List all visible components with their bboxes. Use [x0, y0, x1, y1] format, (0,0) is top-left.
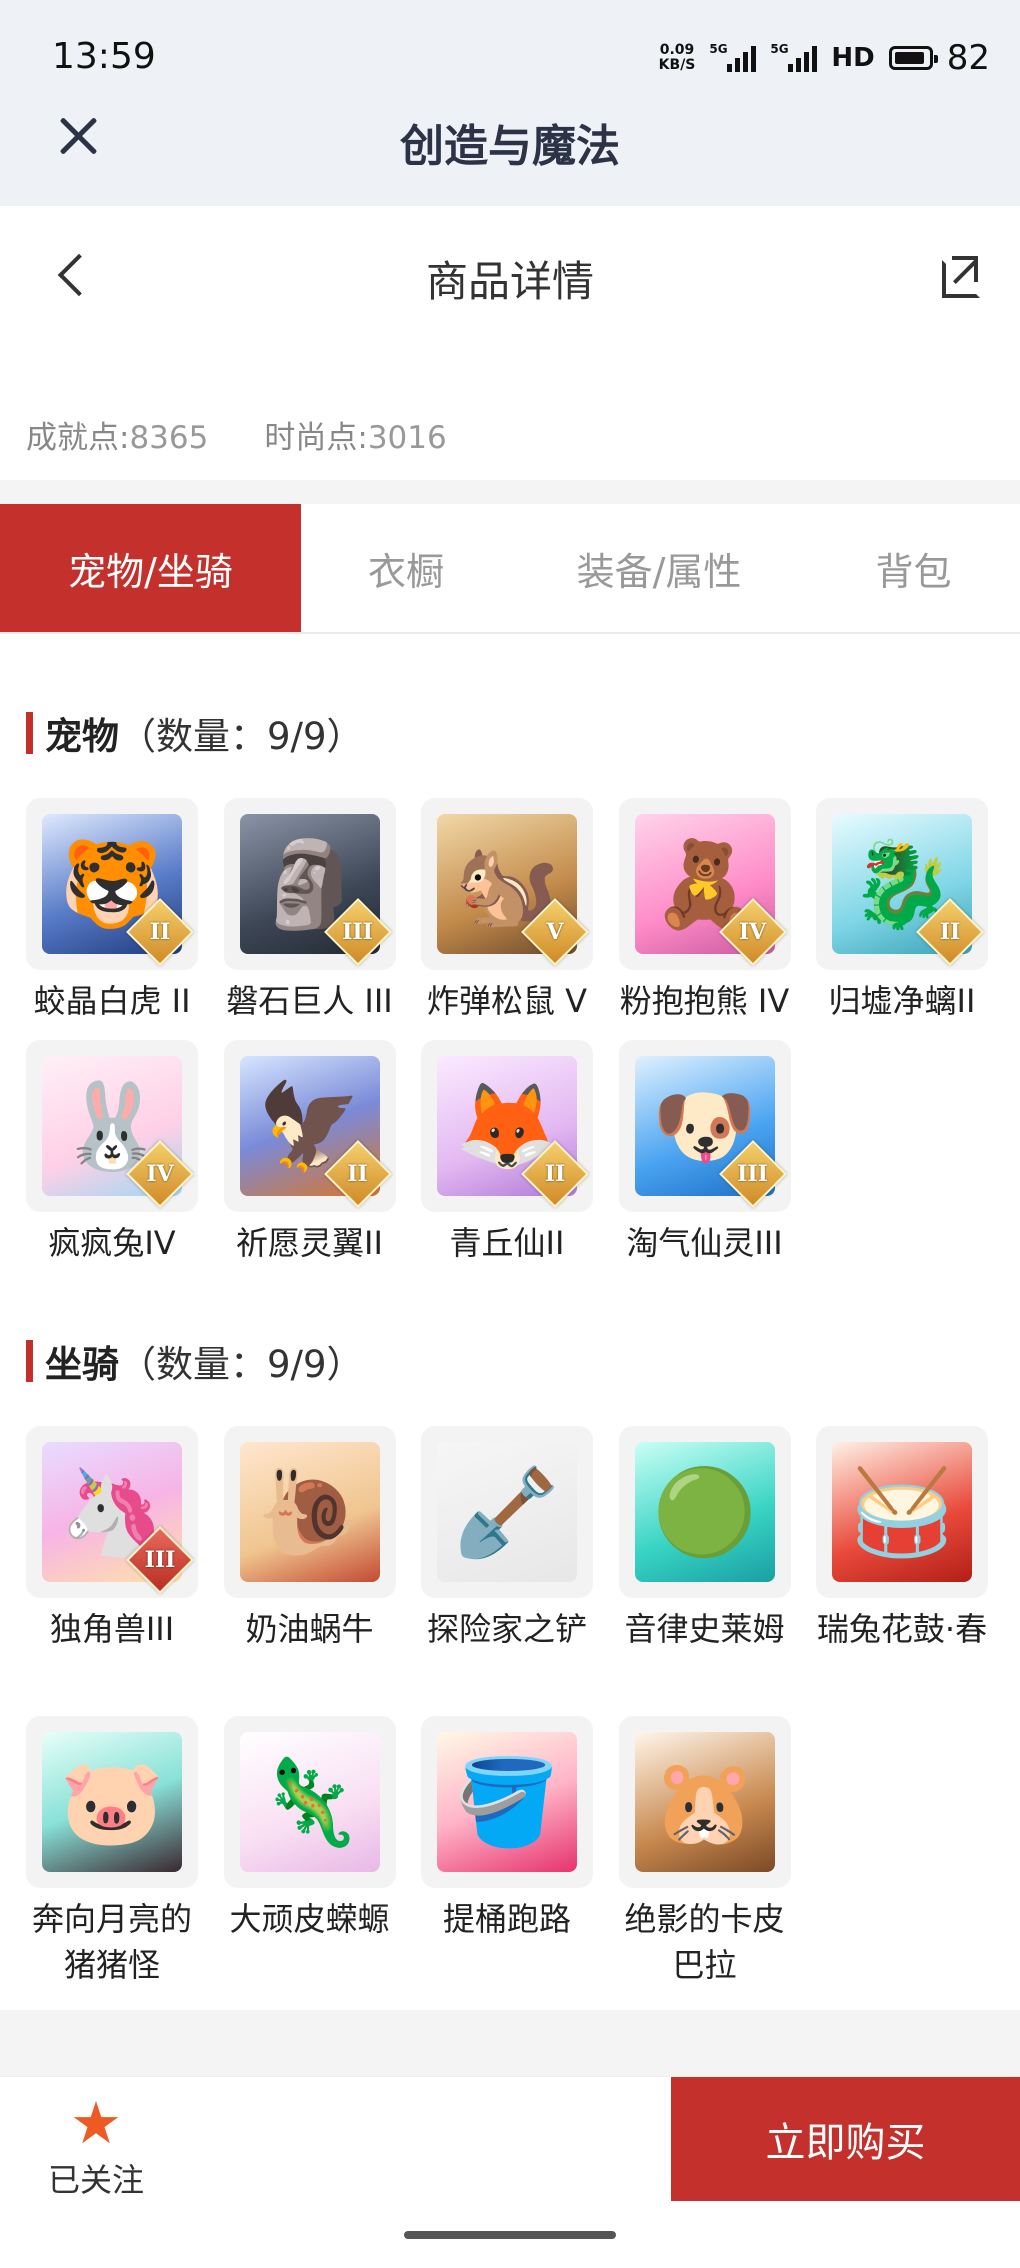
unicorn-icon: 🦄 III: [26, 1426, 198, 1598]
tab-wardrobe[interactable]: 衣橱: [301, 504, 511, 632]
pet-item[interactable]: 🐰 IV 疯疯兔IV: [22, 1040, 202, 1266]
item-name: 蛟晶白虎 II: [33, 982, 191, 1020]
mount-item[interactable]: 🪏 探险家之铲: [417, 1426, 597, 1652]
item-name: 祈愿灵翼II: [236, 1224, 383, 1262]
item-name: 瑞兔花鼓·春: [816, 1610, 988, 1648]
slime-icon: 🟢: [618, 1426, 791, 1598]
pet-item[interactable]: 🐿️ V 炸弹松鼠 V: [417, 798, 597, 1024]
pet-item[interactable]: 🐶 III 淘气仙灵III: [615, 1040, 795, 1266]
rank-badge-label: III: [144, 1547, 176, 1573]
buy-now-button[interactable]: 立即购买: [671, 2077, 1020, 2201]
eagle-icon: 🦅 II: [223, 1040, 396, 1212]
rabbit-icon: 🐰 IV: [26, 1040, 198, 1212]
footer-spacer: [0, 2010, 1020, 2076]
page-title: 商品详情: [425, 257, 594, 306]
achievement-points: 成就点:8365: [26, 420, 209, 456]
pet-item[interactable]: 🗿 III 磐石巨人 III: [220, 798, 400, 1024]
mount-item[interactable]: 🐷 奔向月亮的猪猪怪: [22, 1716, 202, 1988]
rank-badge-label: IV: [738, 919, 767, 945]
mount-item[interactable]: 🦄 III 独角兽III: [22, 1426, 202, 1652]
capybara-icon: 🐹: [618, 1716, 791, 1888]
mounts-section-heading: 坐骑 （数量：9/9）: [26, 1334, 364, 1388]
rank-badge-label: II: [939, 919, 961, 945]
item-name: 提桶跑路: [442, 1900, 571, 1938]
mount-item[interactable]: 🦎 大顽皮蝾螈: [220, 1716, 400, 1942]
app-title: 创造与魔法: [400, 121, 620, 172]
axolotl-icon: 🦎: [223, 1716, 396, 1888]
rank-badge-label: II: [149, 919, 171, 945]
item-name: 大顽皮蝾螈: [229, 1900, 390, 1938]
fashion-points: 时尚点:3016: [264, 420, 447, 456]
battery-icon: [888, 46, 938, 70]
points-row: 成就点:8365 时尚点:3016: [26, 412, 447, 457]
pet-item[interactable]: 🧸 IV 粉抱抱熊 IV: [615, 798, 795, 1024]
mount-item[interactable]: 🟢 音律史莱姆: [615, 1426, 795, 1652]
bucket-icon: 🪣: [421, 1716, 593, 1888]
battery-level: 82: [946, 38, 990, 78]
snail-icon: 🐌: [223, 1426, 396, 1598]
share-button[interactable]: [938, 252, 982, 298]
item-name: 粉抱抱熊 IV: [619, 982, 790, 1020]
mount-item[interactable]: 🥁 瑞兔花鼓·春: [812, 1426, 992, 1652]
home-indicator: [404, 2231, 616, 2239]
tab-backpack[interactable]: 背包: [807, 504, 1020, 632]
bomb-squirrel-icon: 🐿️ V: [421, 798, 593, 970]
signal-icon: 5G: [709, 42, 757, 72]
shovel-icon: 🪏: [421, 1426, 593, 1598]
item-name: 奔向月亮的猪猪怪: [31, 1900, 192, 1984]
hd-indicator: HD: [831, 43, 875, 73]
item-name: 探险家之铲: [426, 1610, 587, 1648]
item-name: 音律史莱姆: [624, 1610, 785, 1648]
tab-pets-mounts[interactable]: 宠物/坐骑: [0, 504, 301, 632]
status-indicators: 0.09 KB/S 5G 5G HD 82: [659, 38, 990, 78]
star-icon: ★: [70, 2089, 122, 2157]
pet-item[interactable]: 🐉 II 归墟净螭II: [812, 798, 992, 1024]
pet-item[interactable]: 🦊 II 青丘仙II: [417, 1040, 597, 1266]
white-tiger-icon: 🐯 II: [26, 798, 198, 970]
fox-fairy-icon: 🦊 II: [421, 1040, 593, 1212]
pink-bear-icon: 🧸 IV: [618, 798, 791, 970]
status-time: 13:59: [52, 36, 156, 77]
pet-item[interactable]: 🦅 II 祈愿灵翼II: [220, 1040, 400, 1266]
network-speed: 0.09 KB/S: [658, 42, 696, 73]
item-name: 淘气仙灵III: [626, 1224, 783, 1262]
item-name: 炸弹松鼠 V: [426, 982, 588, 1020]
item-name: 独角兽III: [49, 1610, 175, 1648]
rank-badge-label: V: [546, 919, 564, 945]
pets-section-heading: 宠物 （数量：9/9）: [26, 706, 364, 760]
pet-item[interactable]: 🐯 II 蛟晶白虎 II: [22, 798, 202, 1024]
rank-badge-label: II: [544, 1161, 566, 1187]
item-name: 磐石巨人 III: [226, 982, 393, 1020]
divider: [0, 480, 1020, 504]
mount-item[interactable]: 🐹 绝影的卡皮巴拉: [615, 1716, 795, 1988]
item-name: 绝影的卡皮巴拉: [624, 1900, 785, 1984]
rank-badge-label: IV: [146, 1161, 174, 1187]
pig-icon: 🐷: [26, 1716, 198, 1888]
item-name: 青丘仙II: [449, 1224, 565, 1262]
blue-dog-icon: 🐶 III: [618, 1040, 791, 1212]
bottom-action-bar: ★ 已关注 立即购买: [0, 2076, 1020, 2268]
signal-icon: 5G: [770, 42, 818, 72]
dragon-icon: 🐉 II: [816, 798, 988, 970]
item-name: 奶油蜗牛: [245, 1610, 374, 1648]
rank-badge-label: III: [737, 1161, 768, 1187]
tab-equipment[interactable]: 装备/属性: [511, 504, 807, 632]
mount-item[interactable]: 🪣 提桶跑路: [417, 1716, 597, 1942]
app-header-background: [0, 0, 1020, 206]
tab-bar: 宠物/坐骑 衣橱 装备/属性 背包: [0, 504, 1020, 634]
mount-item[interactable]: 🐌 奶油蜗牛: [220, 1426, 400, 1652]
rank-badge-label: II: [347, 1161, 368, 1187]
item-name: 归墟净螭II: [828, 982, 976, 1020]
follow-button[interactable]: ★ 已关注: [36, 2091, 156, 2201]
rock-giant-icon: 🗿 III: [223, 798, 396, 970]
rank-badge-label: III: [342, 919, 373, 945]
drum-icon: 🥁: [816, 1426, 988, 1598]
item-name: 疯疯兔IV: [48, 1224, 176, 1262]
